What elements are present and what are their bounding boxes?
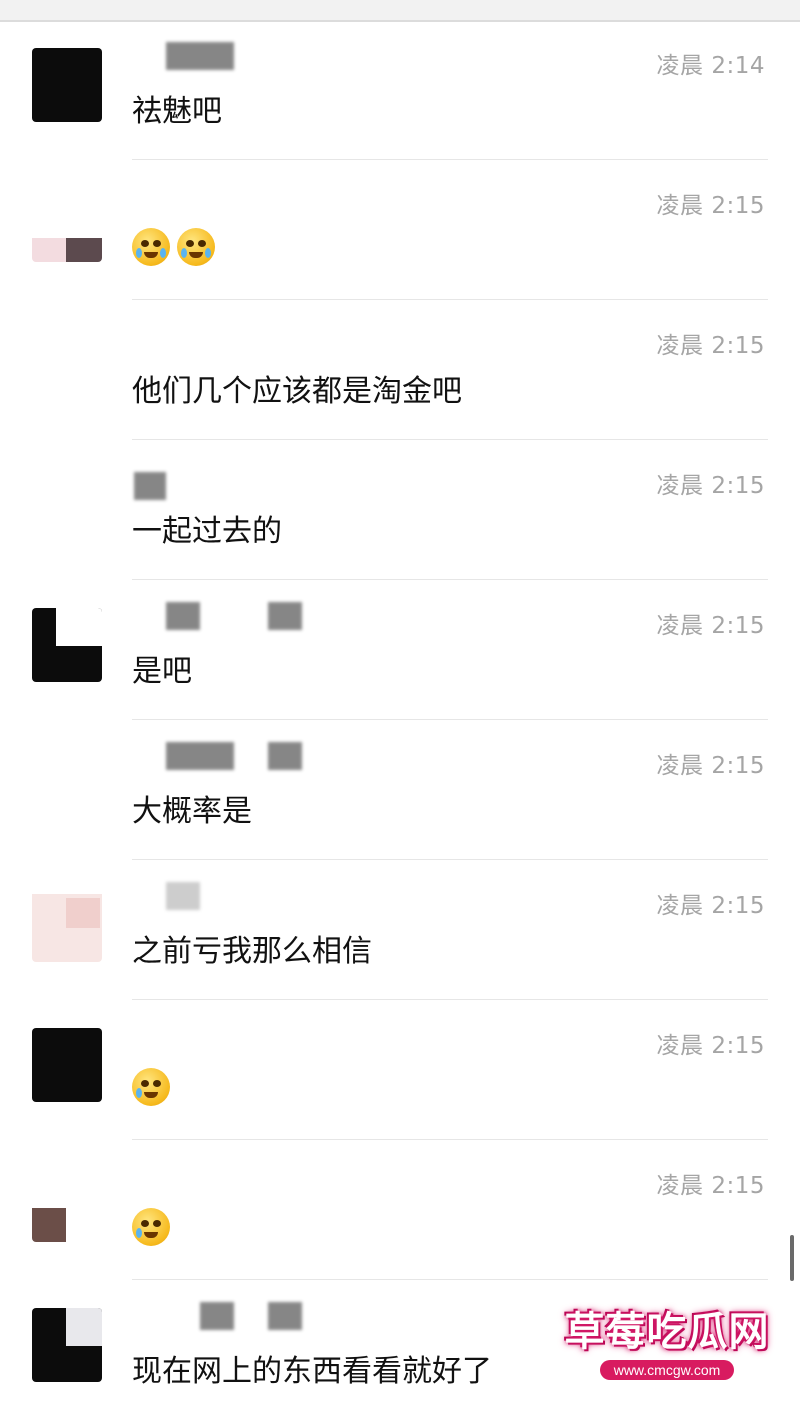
sender-name-blurred (166, 882, 200, 910)
message-text: 一起过去的 (132, 514, 282, 549)
chat-list[interactable]: 凌晨 2:14 祛魅吧 凌晨 2:15 凌晨 2:15 他们几个应该都是淘金吧 … (0, 20, 800, 1420)
message-emoji-row (132, 1068, 172, 1106)
facepalm-laugh-icon (132, 1068, 170, 1106)
message-text: 他们几个应该都是淘金吧 (132, 374, 462, 409)
top-bar (0, 0, 800, 22)
avatar-part (32, 1208, 66, 1242)
watermark-title: 草莓吃瓜网 (564, 1309, 770, 1355)
avatar[interactable] (32, 48, 102, 122)
sender-name-blurred (268, 1302, 302, 1330)
sender-name-blurred (166, 602, 200, 630)
avatar[interactable] (32, 888, 102, 962)
message-time: 凌晨 2:15 (656, 613, 765, 639)
chat-message[interactable]: 凌晨 2:15 (0, 160, 800, 300)
message-time: 凌晨 2:15 (656, 1033, 765, 1059)
message-time: 凌晨 2:15 (656, 193, 765, 219)
watermark-url: www.cmcgw.com (599, 1360, 735, 1380)
chat-message[interactable]: 凌晨 2:15 大概率是 (0, 720, 800, 860)
sender-name-blurred (166, 742, 234, 770)
chat-message[interactable]: 凌晨 2:15 之前亏我那么相信 (0, 860, 800, 1000)
chat-message[interactable]: 凌晨 2:15 他们几个应该都是淘金吧 (0, 300, 800, 440)
message-text: 祛魅吧 (132, 94, 222, 129)
chat-message[interactable]: 凌晨 2:15 是吧 (0, 580, 800, 720)
sender-name-blurred (166, 42, 234, 70)
avatar[interactable] (32, 1308, 102, 1382)
avatar[interactable] (32, 1168, 102, 1242)
chat-message[interactable]: 凌晨 2:14 祛魅吧 (0, 20, 800, 160)
sender-name-blurred (200, 1302, 234, 1330)
watermark: 草莓吃瓜网 www.cmcgw.com (552, 1306, 782, 1394)
sender-name-blurred (134, 472, 166, 500)
message-time: 凌晨 2:14 (656, 53, 765, 79)
message-time: 凌晨 2:15 (656, 473, 765, 499)
message-emoji-row (132, 228, 217, 266)
chat-message[interactable]: 凌晨 2:15 (0, 1140, 800, 1280)
sender-name-blurred (268, 742, 302, 770)
message-text: 现在网上的东西看看就好了 (132, 1354, 492, 1389)
sender-name-blurred (268, 602, 302, 630)
message-text: 大概率是 (132, 794, 252, 829)
message-time: 凌晨 2:15 (656, 893, 765, 919)
facepalm-laugh-icon (132, 1208, 170, 1246)
avatar[interactable] (32, 608, 102, 682)
message-time: 凌晨 2:15 (656, 1173, 765, 1199)
avatar-part (56, 608, 102, 646)
message-text: 是吧 (132, 654, 192, 689)
crying-face-icon (177, 228, 216, 266)
crying-face-icon (132, 228, 170, 266)
avatar[interactable] (32, 1028, 102, 1102)
avatar-part (66, 1308, 102, 1346)
message-text: 之前亏我那么相信 (132, 934, 372, 969)
chat-message[interactable]: 凌晨 2:15 (0, 1000, 800, 1140)
scrollbar[interactable] (790, 1235, 794, 1281)
avatar[interactable] (32, 188, 102, 262)
message-emoji-row (132, 1208, 172, 1246)
avatar-part (32, 238, 66, 262)
message-time: 凌晨 2:15 (656, 753, 765, 779)
message-time: 凌晨 2:15 (656, 333, 765, 359)
avatar-part (66, 238, 102, 262)
chat-message[interactable]: 凌晨 2:15 一起过去的 (0, 440, 800, 580)
avatar-part (66, 898, 100, 928)
